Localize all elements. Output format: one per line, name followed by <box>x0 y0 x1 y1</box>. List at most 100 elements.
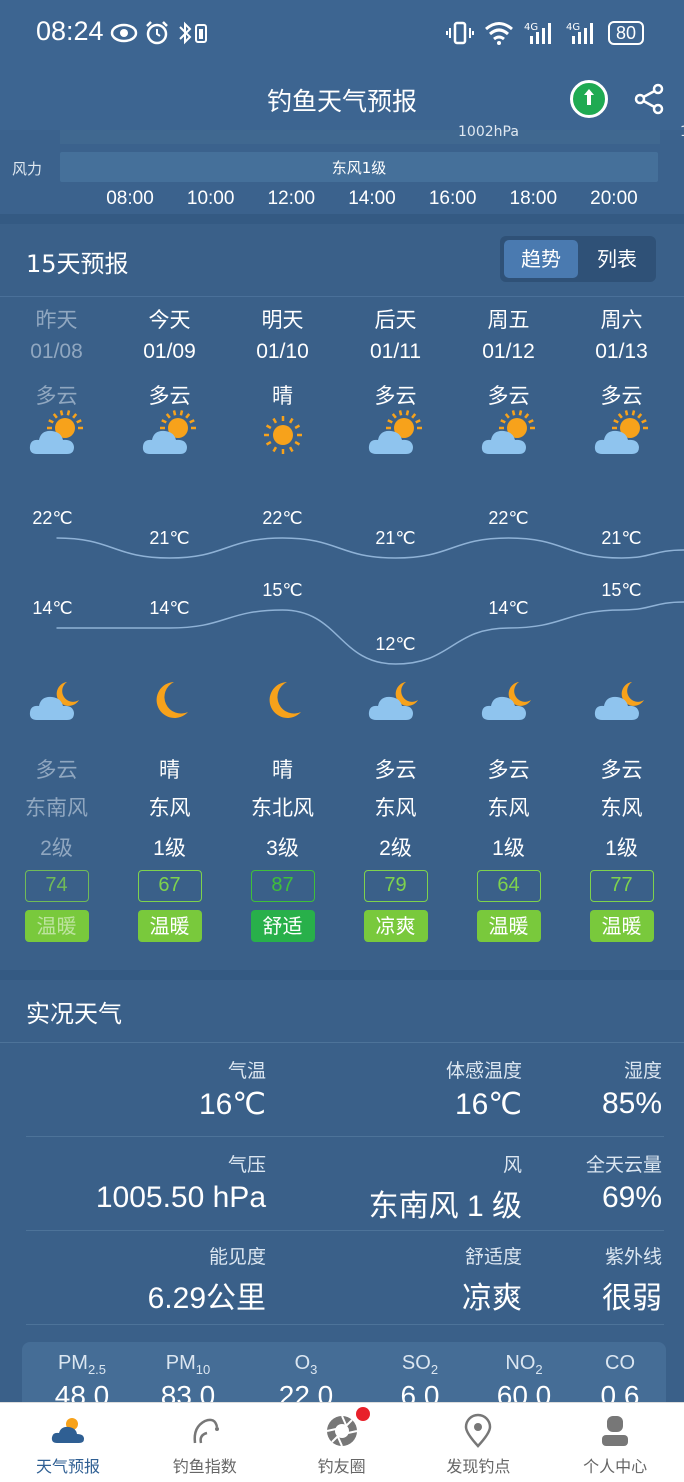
toggle-trend[interactable]: 趋势 <box>504 240 578 278</box>
pressure-cell: 气压 1005.50 hPa <box>96 1150 266 1215</box>
aqi-badge: 87 <box>250 870 315 902</box>
air-quality-panel: PM2.5 48.0 PM10 83.0 O3 22.0 SO2 6.0 NO2 60.0 CO 0.… <box>22 1342 666 1402</box>
pollutant-name: PM10 <box>138 1352 238 1377</box>
sun-icon <box>263 416 302 454</box>
comfort-tag: 温暖 <box>137 910 202 942</box>
day-weather-icon <box>592 410 652 460</box>
forecast-day-column[interactable]: 昨天 01/08 多云 <box>0 304 113 416</box>
visibility-value: 6.29公里 <box>147 1282 266 1315</box>
uv-value: 很弱 <box>602 1282 662 1315</box>
current-title: 实况天气 <box>26 1000 122 1028</box>
wind-direction: 东风 <box>148 796 191 820</box>
forecast-day-column[interactable]: 后天 01/11 多云 <box>339 304 452 416</box>
wind-bar: 东风1级 <box>60 152 658 182</box>
wifi-icon <box>485 22 513 45</box>
app-header: 钓鱼天气预报 <box>0 70 684 130</box>
forecast-date: 01/11 <box>370 340 421 363</box>
partly-cloudy-icon <box>368 410 422 454</box>
low-temp-label: 14℃ <box>32 598 73 618</box>
pressure-label: 气压 <box>227 1154 266 1176</box>
nav-label: 钓鱼指数 <box>172 1457 237 1476</box>
row-divider <box>26 1324 664 1325</box>
pollutant-symbol: CO <box>605 1352 635 1374</box>
pollutant-subscript: 2 <box>430 1362 439 1377</box>
pollutant-symbol: NO <box>505 1352 536 1374</box>
wind-direction: 东风 <box>487 796 530 820</box>
status-time: 08:24 <box>36 16 104 46</box>
forecast-day-label: 明天 <box>261 308 304 332</box>
high-temp-label: 21℃ <box>601 528 642 548</box>
wind-direction: 东北风 <box>251 796 314 820</box>
cloud-value: 69% <box>601 1181 662 1214</box>
pollutant-subscript: 3 <box>310 1362 318 1377</box>
pressure-value: 1005.50 hPa <box>95 1181 266 1214</box>
hour-label: 16:00 <box>428 188 477 209</box>
hourly-strip[interactable]: 1002hPa 1004 风力 东风1级 08:00 10:00 12:00 1… <box>0 124 684 214</box>
hour-label: 12:00 <box>267 188 316 209</box>
eye-icon <box>110 23 138 43</box>
wind-level: 2级 <box>379 837 412 860</box>
row-divider <box>0 1042 684 1043</box>
section-divider <box>0 970 684 980</box>
nav-item-4[interactable]: 个人中心 <box>547 1403 683 1482</box>
aqi-badge: 64 <box>476 870 541 902</box>
forecast-night-column: 多云 东风 1级 64 温暖 <box>452 754 565 942</box>
night-weather-icon <box>366 676 426 726</box>
forecast-night-column: 晴 东北风 3级 87 舒适 <box>226 754 339 942</box>
cloudy-night-icon <box>368 682 418 720</box>
hour-label: 10:00 <box>186 188 235 209</box>
pressure-label-right: 1004 <box>680 124 684 140</box>
hour-label: 18:00 <box>509 188 558 209</box>
moon-icon <box>156 682 188 718</box>
pollutant-symbol: PM <box>165 1352 196 1374</box>
night-weather-icon <box>479 676 539 726</box>
pollutant-subscript: 2.5 <box>87 1362 107 1377</box>
pollutant-name: CO <box>570 1352 666 1377</box>
signal-4g-icon-2: 4G <box>566 22 593 44</box>
comfort-tag: 温暖 <box>476 910 541 942</box>
pressure-row: 1002hPa 1004 <box>60 124 684 144</box>
forecast-day-label: 周六 <box>600 308 643 332</box>
partly-cloudy-icon <box>29 410 83 454</box>
nav-item-0[interactable]: 天气预报 <box>0 1403 136 1482</box>
forecast-date: 01/13 <box>595 340 648 363</box>
nav-label: 发现钓点 <box>446 1457 511 1476</box>
nav-item-3[interactable]: 发现钓点 <box>410 1403 546 1482</box>
wind-level: 1级 <box>492 837 525 860</box>
vibrate-icon <box>445 21 474 45</box>
night-condition: 多云 <box>35 758 78 782</box>
feels-cell: 体感温度 16℃ <box>446 1056 522 1122</box>
share-icon[interactable] <box>632 82 666 116</box>
partly-cloudy-icon <box>594 410 648 454</box>
navigation-button[interactable] <box>570 80 608 118</box>
pollutant-name: O3 <box>256 1352 356 1377</box>
pollutant-subscript: 10 <box>195 1362 211 1377</box>
forecast-day-column[interactable]: 明天 01/10 晴 <box>226 304 339 416</box>
pollutant-symbol: PM <box>57 1352 88 1374</box>
nav-item-1[interactable]: 钓鱼指数 <box>137 1403 273 1482</box>
wind-bar-value: 东风1级 <box>331 159 387 177</box>
hour-label: 20:00 <box>590 188 638 209</box>
battery-indicator: 80 <box>607 21 644 45</box>
pollutant-value: 48.0 <box>54 1380 110 1402</box>
wind-direction: 东风 <box>600 796 643 820</box>
forecast-day-column[interactable]: 今天 01/09 多云 <box>113 304 226 416</box>
nav-item-2[interactable]: 钓友圈 <box>274 1403 410 1482</box>
low-temp-label: 14℃ <box>488 598 529 618</box>
forecast-day-column[interactable]: 周六 01/13 多云 <box>565 304 678 416</box>
night-condition: 晴 <box>159 758 180 782</box>
svg-text:4G: 4G <box>566 22 580 33</box>
night-weather-icon <box>253 676 313 726</box>
hour-label: 14:00 <box>348 188 396 209</box>
toggle-list[interactable]: 列表 <box>580 240 654 278</box>
partly-cloudy-icon <box>142 410 196 454</box>
row-divider <box>26 1230 664 1231</box>
alarm-icon <box>146 21 168 45</box>
uv-cell: 紫外线 很弱 <box>602 1242 662 1317</box>
forecast-night-column: 多云 东风 1级 77 温暖 <box>565 754 678 942</box>
forecast-day-label: 今天 <box>148 308 191 332</box>
moon-icon <box>269 682 301 718</box>
forecast-title: 15天预报 <box>26 250 129 278</box>
cloudy-night-icon <box>481 682 531 720</box>
forecast-day-column[interactable]: 周五 01/12 多云 <box>452 304 565 416</box>
